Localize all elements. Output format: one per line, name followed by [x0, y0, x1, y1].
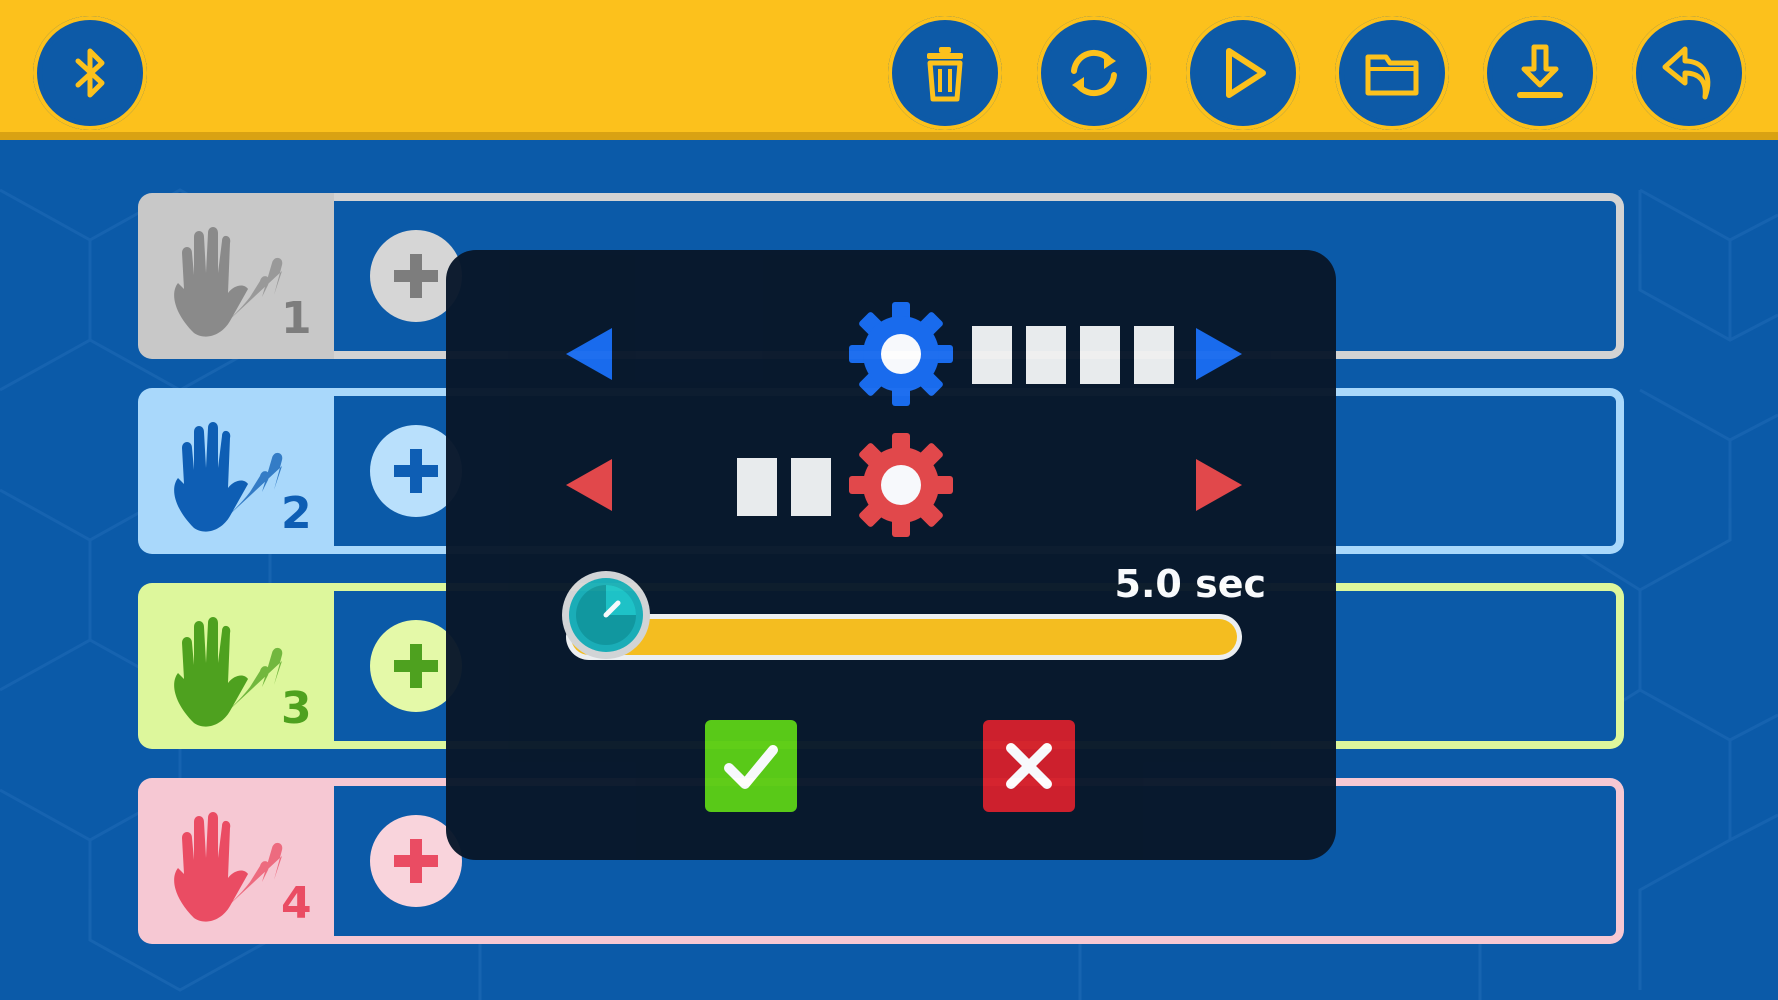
open-button[interactable] — [1335, 16, 1449, 130]
motor-settings-dialog: 5.0 sec — [446, 250, 1336, 860]
hands-icon — [174, 422, 283, 532]
duration-slider-fill — [571, 619, 1237, 655]
duration-label: 5.0 sec — [1114, 562, 1266, 606]
confirm-button[interactable] — [705, 720, 797, 812]
row-badge: 3 — [138, 583, 334, 749]
motor-b-left-arrow-icon[interactable] — [560, 455, 616, 515]
undo-button[interactable] — [1632, 16, 1746, 130]
plus-icon — [394, 254, 438, 298]
row-badge: 4 — [138, 778, 334, 944]
check-icon — [724, 745, 778, 789]
download-button[interactable] — [1483, 16, 1597, 130]
hands-icon — [174, 812, 283, 922]
row-badge: 1 — [138, 193, 334, 359]
row-badge: 2 — [138, 388, 334, 554]
play-icon — [1226, 48, 1266, 98]
sync-button[interactable] — [1037, 16, 1151, 130]
top-toolbar — [0, 0, 1778, 140]
motor-b-gear-icon[interactable] — [848, 432, 954, 538]
folder-icon — [1365, 54, 1419, 96]
undo-icon — [1662, 46, 1711, 100]
hands-icon — [174, 617, 283, 727]
refresh-icon — [1071, 49, 1117, 97]
motor-b-step-block — [791, 458, 831, 516]
trash-icon — [927, 47, 963, 102]
motor-a-right-arrow-icon[interactable] — [1192, 324, 1248, 384]
cancel-button[interactable] — [983, 720, 1075, 812]
close-icon — [1006, 743, 1052, 789]
duration-slider[interactable] — [566, 614, 1242, 660]
motor-a-step-block — [1080, 326, 1120, 384]
bluetooth-button[interactable] — [33, 16, 147, 130]
bluetooth-icon — [75, 48, 105, 98]
motor-b-right-arrow-icon[interactable] — [1192, 455, 1248, 515]
motor-a-left-arrow-icon[interactable] — [560, 324, 616, 384]
plus-icon — [394, 644, 438, 688]
delete-button[interactable] — [888, 16, 1002, 130]
plus-icon — [394, 839, 438, 883]
download-icon — [1517, 44, 1563, 98]
row-number: 2 — [281, 488, 312, 539]
play-button[interactable] — [1186, 16, 1300, 130]
motor-a-gear-icon[interactable] — [848, 301, 954, 407]
row-number: 4 — [281, 878, 312, 929]
row-number: 1 — [281, 293, 312, 344]
motor-a-step-block — [1026, 326, 1066, 384]
motor-b-step-block — [737, 458, 777, 516]
plus-icon — [394, 449, 438, 493]
motor-a-step-block — [972, 326, 1012, 384]
hands-icon — [174, 227, 283, 337]
motor-a-step-block — [1134, 326, 1174, 384]
timer-icon[interactable] — [560, 569, 652, 661]
row-number: 3 — [281, 683, 312, 734]
